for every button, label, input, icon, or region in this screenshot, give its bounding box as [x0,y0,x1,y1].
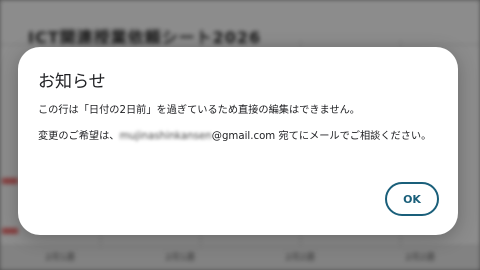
notice-dialog: お知らせ この行は「日付の2日前」を過ぎているため直接の編集はできません。 変更… [18,47,458,235]
dialog-message-edit-locked: この行は「日付の2日前」を過ぎているため直接の編集はできません。 [38,105,360,116]
email-domain: @gmail.com [211,131,276,142]
email-local-part-redacted: mujinashinkansen [119,131,212,142]
message-suffix: 宛てにメールでご相談ください。 [275,131,432,142]
dialog-body: この行は「日付の2日前」を過ぎているため直接の編集はできません。 変更のご希望は… [38,103,442,155]
dialog-title: お知らせ [38,72,106,92]
ok-button[interactable]: OK [385,182,439,216]
dialog-message-contact: 変更のご希望は、mujinashinkansen@gmail.com 宛てにメー… [38,129,442,144]
message-prefix: 変更のご希望は、 [38,131,120,142]
